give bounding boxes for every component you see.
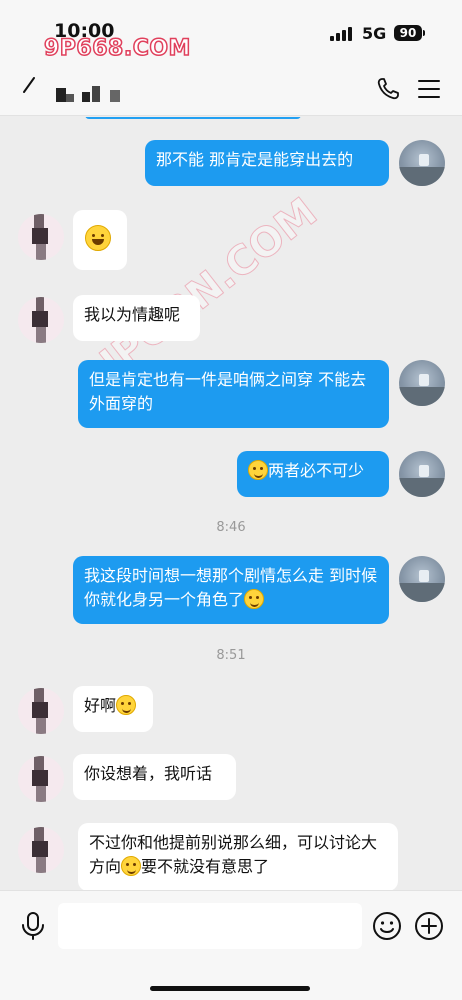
my-avatar[interactable] <box>399 451 445 497</box>
message-text: 但是肯定也有一件是咱俩之间穿 不能去外面穿的 <box>89 370 367 413</box>
call-icon[interactable] <box>376 77 400 101</box>
chat-header <box>0 64 462 116</box>
thinking-emoji-icon <box>248 460 268 480</box>
message-text: 好啊 <box>84 696 117 715</box>
contact-avatar[interactable] <box>18 688 64 734</box>
my-avatar[interactable] <box>399 140 445 186</box>
battery-tip <box>423 30 425 36</box>
chat-messages: 9IPORN.COM 那不能 那肯定是能穿出去的 我以为情趣呢 但是肯定也有一件… <box>0 117 462 890</box>
contact-avatar[interactable] <box>18 214 64 260</box>
message-text: 我这段时间想一想那个剧情怎么走 到时候你就化身另一个角色了 <box>84 566 378 609</box>
contact-avatar[interactable] <box>18 756 64 802</box>
message-bubble-received[interactable]: 好啊 <box>73 686 153 732</box>
message-bubble-sent[interactable]: 两者必不可少 <box>237 451 389 497</box>
contact-name-pixelated[interactable] <box>54 84 124 104</box>
message-bubble-received[interactable]: 我以为情趣呢 <box>73 295 200 341</box>
message-bubble-sent[interactable]: 我这段时间想一想那个剧情怎么走 到时候你就化身另一个角色了 <box>73 556 389 624</box>
message-text: 你设想着，我听话 <box>84 764 213 783</box>
laughing-emoji-icon <box>85 225 111 251</box>
message-text: 那不能 那肯定是能穿出去的 <box>156 150 354 169</box>
message-bubble-sent[interactable]: 那不能 那肯定是能穿出去的 <box>145 140 389 186</box>
emoji-button[interactable] <box>372 911 402 941</box>
signal-icon <box>330 27 352 41</box>
message-bubble-sent[interactable]: 但是肯定也有一件是咱俩之间穿 不能去外面穿的 <box>78 360 389 428</box>
message-bubble-received[interactable]: 不过你和他提前别说那么细，可以讨论大方向 要不就没有意思了 <box>78 823 398 890</box>
smile-emoji-icon <box>244 589 265 609</box>
input-bar <box>0 890 462 1000</box>
home-indicator[interactable] <box>150 986 310 991</box>
my-avatar[interactable] <box>399 556 445 602</box>
contact-avatar[interactable] <box>18 827 64 873</box>
message-bubble-received[interactable] <box>73 210 127 270</box>
timestamp-divider: 8:51 <box>216 648 246 663</box>
back-icon[interactable] <box>20 76 38 96</box>
menu-icon[interactable] <box>418 79 440 99</box>
message-input[interactable] <box>58 903 362 949</box>
message-text: 两者必不可少 <box>268 461 365 480</box>
thinking-emoji-icon <box>121 856 142 876</box>
my-avatar[interactable] <box>399 360 445 406</box>
timestamp-divider: 8:46 <box>216 520 246 535</box>
voice-icon[interactable] <box>20 911 46 941</box>
message-text: 我以为情趣呢 <box>84 305 181 324</box>
message-bubble-received[interactable]: 你设想着，我听话 <box>73 754 236 800</box>
contact-avatar[interactable] <box>18 297 64 343</box>
watermark-logo: 9P668.COM <box>43 35 191 62</box>
thinking-emoji-icon <box>116 695 137 715</box>
message-text: 要不就没有意思了 <box>141 857 270 876</box>
battery-icon: 90 <box>394 25 422 41</box>
previous-bubble-edge <box>85 117 301 119</box>
status-bar: 10:00 9P668.COM 5G 90 <box>0 0 462 64</box>
plus-button[interactable] <box>414 911 444 941</box>
network-type: 5G <box>362 24 387 43</box>
